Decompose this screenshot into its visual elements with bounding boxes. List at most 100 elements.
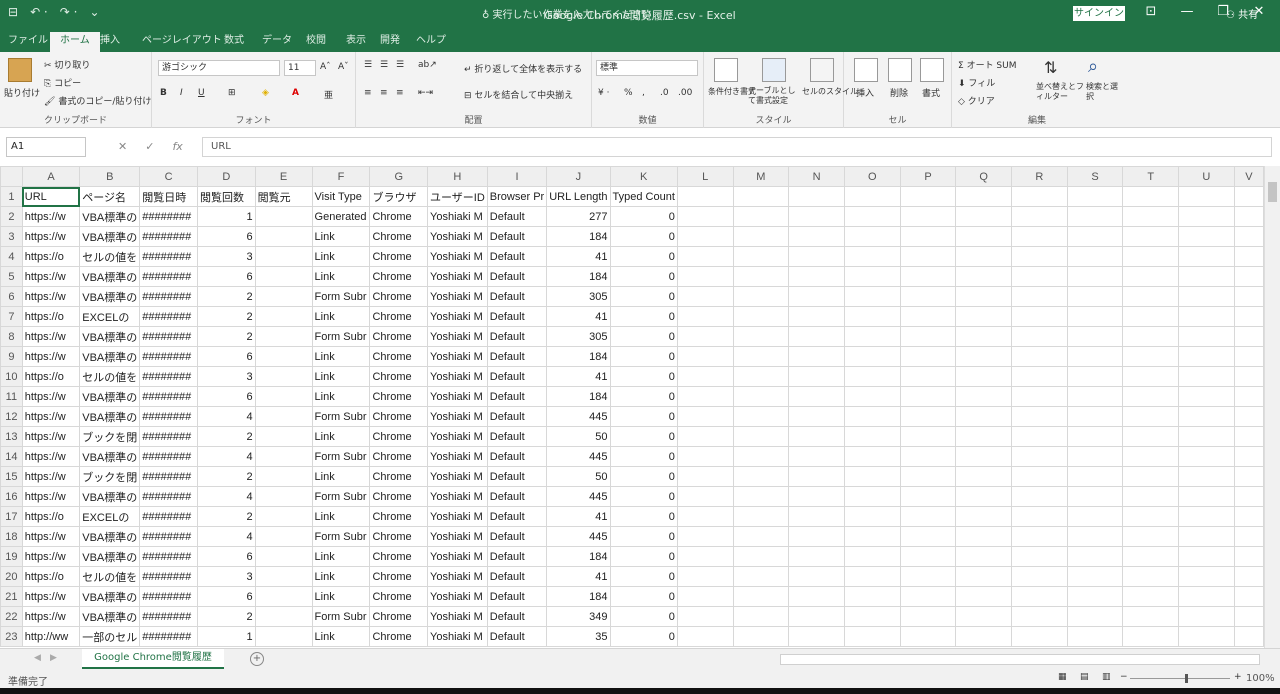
- cell[interactable]: [1066, 386, 1124, 407]
- cell[interactable]: [254, 506, 313, 527]
- cell[interactable]: [843, 386, 901, 407]
- cell[interactable]: 184: [546, 586, 611, 607]
- cell[interactable]: [1178, 546, 1235, 567]
- cell[interactable]: https://w: [21, 586, 81, 607]
- cell[interactable]: Yoshiaki M: [427, 546, 488, 567]
- cell[interactable]: [1066, 486, 1124, 507]
- cell[interactable]: 0: [609, 206, 678, 227]
- cell[interactable]: [1233, 286, 1264, 307]
- cell[interactable]: https://w: [21, 546, 81, 567]
- cell[interactable]: Yoshiaki M: [427, 506, 488, 527]
- cell[interactable]: [843, 426, 901, 447]
- cell[interactable]: [788, 246, 845, 267]
- fill-button[interactable]: ⬇ フィル: [958, 76, 995, 89]
- cell[interactable]: Chrome: [369, 526, 429, 547]
- cell[interactable]: https://w: [21, 226, 81, 247]
- cell[interactable]: [788, 266, 845, 287]
- tab-4[interactable]: 数式: [224, 32, 244, 52]
- cell[interactable]: ########: [139, 406, 199, 427]
- cell[interactable]: [1178, 366, 1235, 387]
- cell[interactable]: VBA標準の: [79, 486, 141, 507]
- cell[interactable]: [843, 526, 901, 547]
- cell[interactable]: [1122, 186, 1180, 207]
- row-header[interactable]: 7: [0, 306, 23, 327]
- row-header[interactable]: 22: [0, 606, 23, 627]
- cell[interactable]: [1066, 246, 1124, 267]
- cell[interactable]: Chrome: [369, 626, 429, 647]
- cell[interactable]: [843, 446, 901, 467]
- cell[interactable]: Link: [311, 366, 371, 387]
- cell[interactable]: Yoshiaki M: [427, 366, 488, 387]
- row-header[interactable]: 18: [0, 526, 23, 547]
- cell[interactable]: [254, 346, 313, 367]
- cell[interactable]: ページ名: [79, 186, 141, 207]
- row-header[interactable]: 3: [0, 226, 23, 247]
- cell[interactable]: Default: [486, 626, 548, 647]
- row-header[interactable]: 1: [0, 186, 23, 207]
- cell[interactable]: 41: [546, 506, 611, 527]
- cell[interactable]: https://w: [21, 346, 81, 367]
- cell[interactable]: [955, 606, 1013, 627]
- column-header[interactable]: C: [139, 166, 199, 187]
- cell[interactable]: [955, 526, 1013, 547]
- cell[interactable]: 4: [197, 406, 256, 427]
- row-header[interactable]: 8: [0, 326, 23, 347]
- cell[interactable]: [1233, 506, 1264, 527]
- cell[interactable]: [676, 466, 734, 487]
- cell[interactable]: 50: [546, 466, 611, 487]
- cell[interactable]: [1066, 326, 1124, 347]
- cell[interactable]: 2: [197, 286, 256, 307]
- cell[interactable]: [899, 626, 957, 647]
- cell[interactable]: [1233, 546, 1264, 567]
- cell[interactable]: [1011, 306, 1068, 327]
- cell[interactable]: [1122, 586, 1180, 607]
- cell[interactable]: [788, 486, 845, 507]
- cell[interactable]: VBA標準の: [79, 586, 141, 607]
- currency-icon[interactable]: ¥ ·: [598, 88, 609, 98]
- cell[interactable]: [676, 266, 734, 287]
- cell[interactable]: [788, 546, 845, 567]
- cell[interactable]: [1122, 346, 1180, 367]
- italic-icon[interactable]: I: [180, 88, 183, 98]
- row-header[interactable]: 20: [0, 566, 23, 587]
- cell[interactable]: 3: [197, 366, 256, 387]
- table-format-button[interactable]: テーブルとして書式設定: [748, 86, 798, 106]
- cell[interactable]: [899, 326, 957, 347]
- cell[interactable]: [1122, 286, 1180, 307]
- cell[interactable]: [955, 466, 1013, 487]
- cell[interactable]: Form Subr: [311, 606, 371, 627]
- cell[interactable]: [254, 446, 313, 467]
- cell[interactable]: [1178, 426, 1235, 447]
- tab-8[interactable]: 開発: [380, 32, 400, 52]
- cell[interactable]: Form Subr: [311, 446, 371, 467]
- cell[interactable]: [676, 326, 734, 347]
- cell[interactable]: Link: [311, 426, 371, 447]
- cell[interactable]: 0: [609, 446, 678, 467]
- row-header[interactable]: 12: [0, 406, 23, 427]
- cell[interactable]: [899, 406, 957, 427]
- cell[interactable]: [899, 246, 957, 267]
- cell[interactable]: [955, 426, 1013, 447]
- cell[interactable]: 6: [197, 226, 256, 247]
- table-format-icon[interactable]: [762, 58, 786, 82]
- cell[interactable]: [1011, 366, 1068, 387]
- cell[interactable]: ########: [139, 346, 199, 367]
- cell[interactable]: [1011, 446, 1068, 467]
- cell[interactable]: [788, 606, 845, 627]
- cell[interactable]: [843, 466, 901, 487]
- cell[interactable]: [843, 366, 901, 387]
- cell[interactable]: 0: [609, 366, 678, 387]
- cell[interactable]: Yoshiaki M: [427, 586, 488, 607]
- cell[interactable]: VBA標準の: [79, 406, 141, 427]
- underline-icon[interactable]: U: [198, 88, 205, 98]
- cell[interactable]: [1066, 266, 1124, 287]
- cell[interactable]: Chrome: [369, 426, 429, 447]
- cell[interactable]: [1011, 286, 1068, 307]
- cell[interactable]: 0: [609, 406, 678, 427]
- cell[interactable]: [1233, 206, 1264, 227]
- row-header[interactable]: 6: [0, 286, 23, 307]
- column-header[interactable]: J: [546, 166, 611, 187]
- cell[interactable]: [1122, 446, 1180, 467]
- cell[interactable]: [899, 506, 957, 527]
- cell[interactable]: [1122, 526, 1180, 547]
